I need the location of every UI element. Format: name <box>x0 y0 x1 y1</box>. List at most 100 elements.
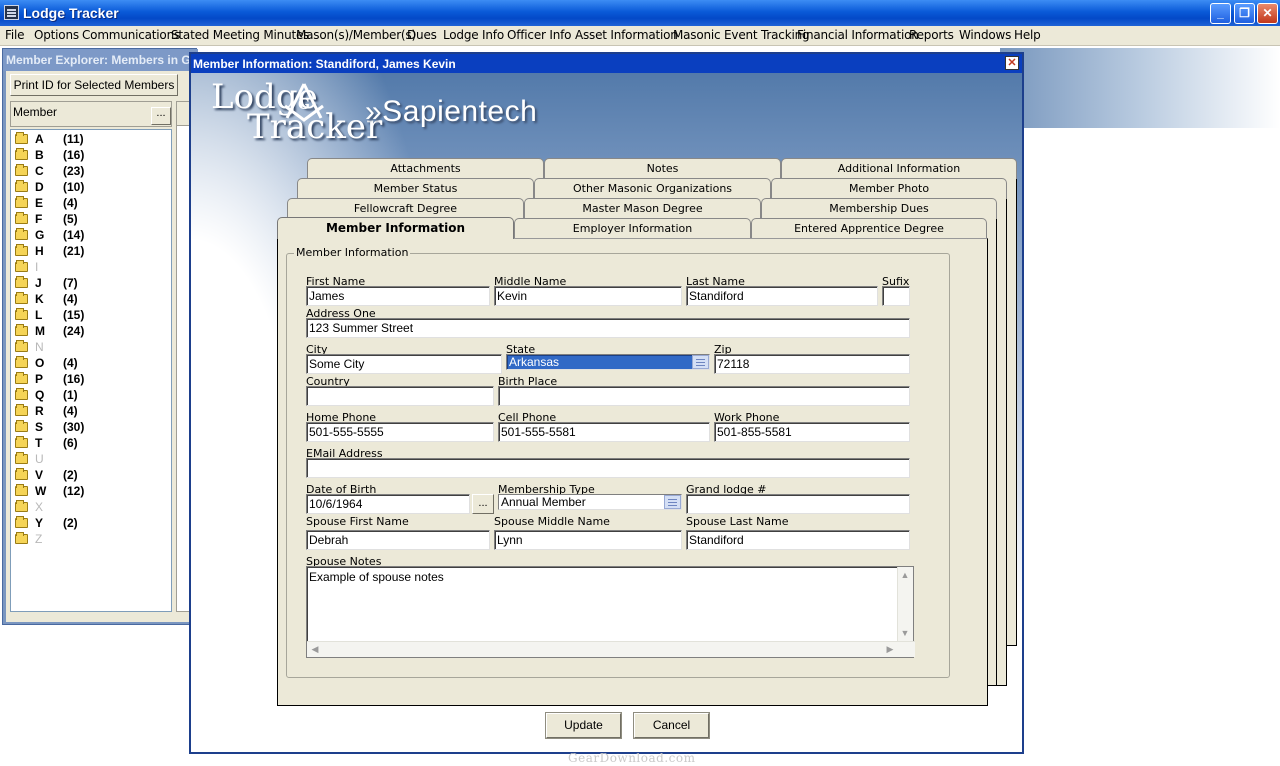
letter-label: T <box>35 436 43 450</box>
menu-lodge-info[interactable]: Lodge Info <box>443 28 504 42</box>
menu-bar: File Options Communications Stated Meeti… <box>0 26 1280 46</box>
letter-count: (14) <box>63 228 85 242</box>
menu-help[interactable]: Help <box>1014 28 1041 42</box>
svg-text:G: G <box>298 97 310 113</box>
menu-stated-meeting-minutes[interactable]: Stated Meeting Minutes <box>171 28 309 42</box>
spouse-first-label: Spouse First Name <box>306 515 409 528</box>
letter-label: N <box>35 340 44 354</box>
background-banner <box>1000 48 1280 128</box>
last-name-field[interactable]: Standiford <box>686 286 878 306</box>
menu-masons-members[interactable]: Mason(s)/Member(s) <box>296 28 416 42</box>
tab-additional-information[interactable]: Additional Information <box>781 158 1017 179</box>
folder-icon <box>15 212 28 224</box>
letter-label: W <box>35 484 47 498</box>
menu-masonic-event-tracking[interactable]: Masonic Event Tracking <box>673 28 810 42</box>
folder-icon <box>15 516 28 528</box>
cancel-button[interactable]: Cancel <box>633 712 710 739</box>
letter-count: (4) <box>63 292 78 306</box>
print-id-button[interactable]: Print ID for Selected Members <box>10 74 178 96</box>
letter-label: S <box>35 420 44 434</box>
close-button[interactable]: ✕ <box>1257 3 1278 24</box>
folder-icon <box>15 164 28 176</box>
letter-count: (11) <box>63 132 84 146</box>
menu-officer-info[interactable]: Officer Info <box>507 28 571 42</box>
menu-windows[interactable]: Windows <box>959 28 1011 42</box>
work-phone-field[interactable]: 501-855-5581 <box>714 422 910 442</box>
letter-count: (4) <box>63 404 78 418</box>
cell-phone-field[interactable]: 501-555-5581 <box>498 422 710 442</box>
scroll-right-icon[interactable]: ▶ <box>883 642 897 656</box>
notes-vertical-scrollbar[interactable]: ▲ ▼ <box>897 567 913 641</box>
city-field[interactable]: Some City <box>306 354 502 374</box>
middle-name-field[interactable]: Kevin <box>494 286 682 306</box>
letter-count: (6) <box>63 436 78 450</box>
menu-file[interactable]: File <box>5 28 24 42</box>
tab-employer-information[interactable]: Employer Information <box>514 218 751 239</box>
letter-label: A <box>35 132 44 146</box>
address-one-field[interactable]: 123 Summer Street <box>306 318 910 338</box>
letter-label: K <box>35 292 44 306</box>
scroll-down-icon[interactable]: ▼ <box>898 626 912 640</box>
letter-label: R <box>35 404 44 418</box>
menu-communications[interactable]: Communications <box>82 28 180 42</box>
member-column-header[interactable]: Member <box>10 101 172 127</box>
menu-financial-information[interactable]: Financial Information <box>797 28 919 42</box>
letter-label: P <box>35 372 44 386</box>
letter-label: G <box>35 228 45 242</box>
tab-entered-apprentice-degree[interactable]: Entered Apprentice Degree <box>751 218 987 239</box>
letter-count: (15) <box>63 308 85 322</box>
menu-options[interactable]: Options <box>34 28 79 42</box>
tab-member-status[interactable]: Member Status <box>297 178 534 199</box>
letter-count: (21) <box>63 244 85 258</box>
folder-icon <box>15 436 28 448</box>
state-dropdown-icon[interactable] <box>692 355 709 369</box>
scroll-up-icon[interactable]: ▲ <box>898 568 912 582</box>
tab-master-mason-degree[interactable]: Master Mason Degree <box>524 198 761 219</box>
tab-member-information[interactable]: Member Information <box>277 217 514 239</box>
spouse-first-field[interactable]: Debrah <box>306 530 490 550</box>
spouse-notes-textarea[interactable]: Example of spouse notes ▲ ▼ ◀ ▶ <box>306 566 915 658</box>
tab-member-photo[interactable]: Member Photo <box>771 178 1007 199</box>
suffix-field[interactable] <box>882 286 910 306</box>
country-field[interactable] <box>306 386 494 406</box>
spouse-middle-field[interactable]: Lynn <box>494 530 682 550</box>
letter-label: I <box>35 260 39 274</box>
tab-other-masonic-organizations[interactable]: Other Masonic Organizations <box>534 178 771 199</box>
dob-field[interactable]: 10/6/1964 <box>306 494 470 514</box>
app-icon <box>4 5 19 20</box>
membership-type-select[interactable]: Annual Member <box>498 494 682 510</box>
membership-type-dropdown-icon[interactable] <box>664 495 681 509</box>
letter-label: Q <box>35 388 45 402</box>
dialog-close-icon[interactable]: ✕ <box>1005 56 1019 70</box>
scroll-left-icon[interactable]: ◀ <box>308 642 322 656</box>
minimize-button[interactable]: _ <box>1210 3 1231 24</box>
notes-horizontal-scrollbar[interactable]: ◀ ▶ <box>307 641 915 657</box>
zip-field[interactable]: 72118 <box>714 354 910 374</box>
menu-dues[interactable]: Dues <box>407 28 437 42</box>
letter-count: (2) <box>63 516 78 530</box>
letter-count: (4) <box>63 196 78 210</box>
app-title: Lodge Tracker <box>23 5 119 21</box>
tab-notes[interactable]: Notes <box>544 158 781 179</box>
spouse-last-field[interactable]: Standiford <box>686 530 910 550</box>
menu-reports[interactable]: Reports <box>909 28 954 42</box>
menu-asset-information[interactable]: Asset Information <box>575 28 678 42</box>
member-browse-button[interactable]: ... <box>151 107 171 125</box>
birth-place-field[interactable] <box>498 386 910 406</box>
email-field[interactable] <box>306 458 910 478</box>
first-name-field[interactable]: James <box>306 286 490 306</box>
tab-fellowcraft-degree[interactable]: Fellowcraft Degree <box>287 198 524 219</box>
letter-label: V <box>35 468 44 482</box>
letter-count: (16) <box>63 372 85 386</box>
home-phone-field[interactable]: 501-555-5555 <box>306 422 494 442</box>
group-label: Member Information <box>294 246 411 259</box>
tab-attachments[interactable]: Attachments <box>307 158 544 179</box>
member-information-dialog: Member Information: Standiford, James Ke… <box>189 52 1024 754</box>
update-button[interactable]: Update <box>545 712 622 739</box>
folder-icon <box>15 468 28 480</box>
tab-membership-dues[interactable]: Membership Dues <box>761 198 997 219</box>
dob-picker-button[interactable]: ... <box>472 494 494 514</box>
state-select[interactable]: Arkansas <box>506 354 710 370</box>
grand-lodge-field[interactable] <box>686 494 910 514</box>
restore-button[interactable]: ❐ <box>1234 3 1255 24</box>
